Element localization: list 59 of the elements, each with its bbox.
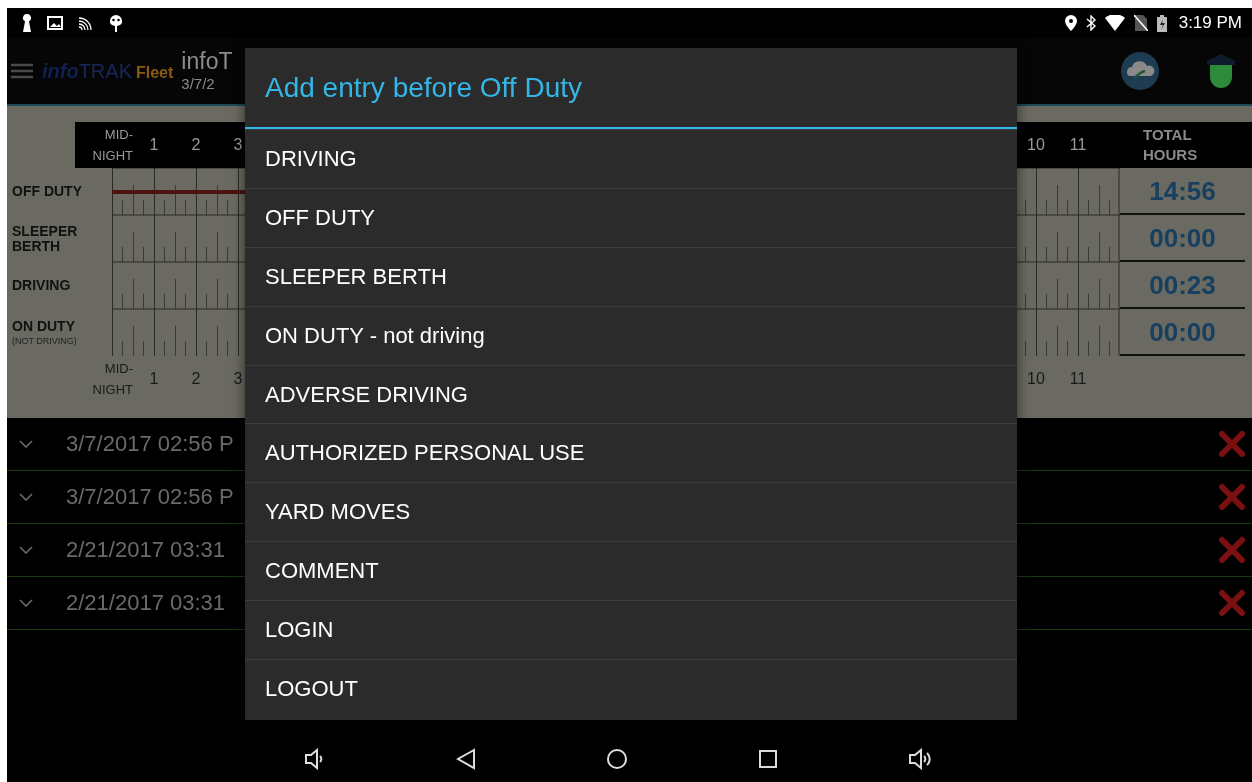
home-icon[interactable] — [605, 747, 628, 770]
hour-label: 1 — [149, 136, 159, 153]
wifi-icon — [1104, 15, 1125, 31]
hour-label: 3 — [233, 136, 243, 153]
log-entry-time[interactable]: 3/7/2017 02:56 P — [66, 431, 234, 457]
hour-label: 2 — [191, 370, 201, 387]
chevron-down-icon[interactable] — [19, 599, 33, 607]
hour-label: 10 — [1027, 370, 1045, 387]
chevron-down-icon[interactable] — [19, 440, 33, 448]
app-subtitle: 3/7/2 — [181, 74, 216, 94]
duty-status-label: DRIVING — [12, 278, 72, 293]
cast-icon — [77, 15, 95, 31]
hour-label: 10 — [1027, 136, 1045, 153]
dialog-option[interactable]: DRIVING — [245, 129, 1017, 188]
image-icon — [47, 16, 63, 30]
total-hours-value: 00:00 — [1120, 309, 1245, 356]
dialog-option[interactable]: ON DUTY - not driving — [245, 305, 1017, 365]
duty-status-label: ON DUTY — [12, 319, 76, 334]
dialog-option[interactable]: OFF DUTY — [245, 187, 1017, 247]
dialog-option[interactable]: LOGOUT — [245, 659, 1017, 718]
dialog-title: Add entry before Off Duty — [264, 71, 583, 105]
dialog-option[interactable]: COMMENT — [245, 541, 1017, 601]
recents-icon[interactable] — [757, 748, 778, 769]
location-icon — [1064, 15, 1077, 31]
hour-label: 1 — [149, 370, 159, 387]
duty-status-label: OFF DUTY — [12, 184, 83, 199]
hour-label: 3 — [233, 370, 243, 387]
no-sim-icon — [1133, 15, 1148, 31]
dialog-option[interactable]: YARD MOVES — [245, 482, 1017, 542]
cloud-sync-icon[interactable] — [1120, 51, 1160, 91]
chevron-down-icon[interactable] — [19, 546, 33, 554]
total-hours-value: 00:23 — [1120, 262, 1245, 309]
back-icon[interactable] — [455, 747, 476, 770]
dialog-option[interactable]: ADVERSE DRIVING — [245, 364, 1017, 424]
hour-label: MID-NIGHT — [91, 360, 133, 399]
duty-status-label: SLEEPER BERTH — [12, 223, 79, 254]
log-entry-time[interactable]: 2/21/2017 03:31 — [66, 537, 226, 563]
app-logo: infoTRAK Fleet — [42, 59, 174, 83]
dialog-option[interactable]: SLEEPER BERTH — [245, 246, 1017, 306]
dialog-option[interactable]: AUTHORIZED PERSONAL USE — [245, 423, 1017, 483]
hour-label: 11 — [1069, 370, 1087, 387]
battery-icon — [1156, 14, 1167, 32]
keyhole-icon — [21, 14, 33, 32]
hour-label: MID-NIGHT — [91, 126, 133, 165]
app-title: infoT — [181, 48, 233, 74]
duty-status-note: (NOT DRIVING) — [12, 336, 78, 346]
bluetooth-icon — [1085, 15, 1096, 31]
total-hours-value: 14:56 — [1120, 168, 1245, 215]
total-hours-label: TOTAL HOURS — [1143, 125, 1199, 165]
total-hours-value: 00:00 — [1120, 215, 1245, 262]
log-entry-time[interactable]: 2/21/2017 03:31 — [66, 590, 226, 616]
bug-icon — [109, 14, 123, 32]
hour-label: 2 — [191, 136, 201, 153]
hour-label: 11 — [1069, 136, 1087, 153]
menu-icon[interactable] — [11, 63, 33, 79]
chevron-down-icon[interactable] — [19, 493, 33, 501]
status-time: 3:19 PM — [1178, 13, 1242, 33]
dialog-option[interactable]: LOGIN — [245, 600, 1017, 659]
log-entry-time[interactable]: 3/7/2017 02:56 P — [66, 484, 234, 510]
